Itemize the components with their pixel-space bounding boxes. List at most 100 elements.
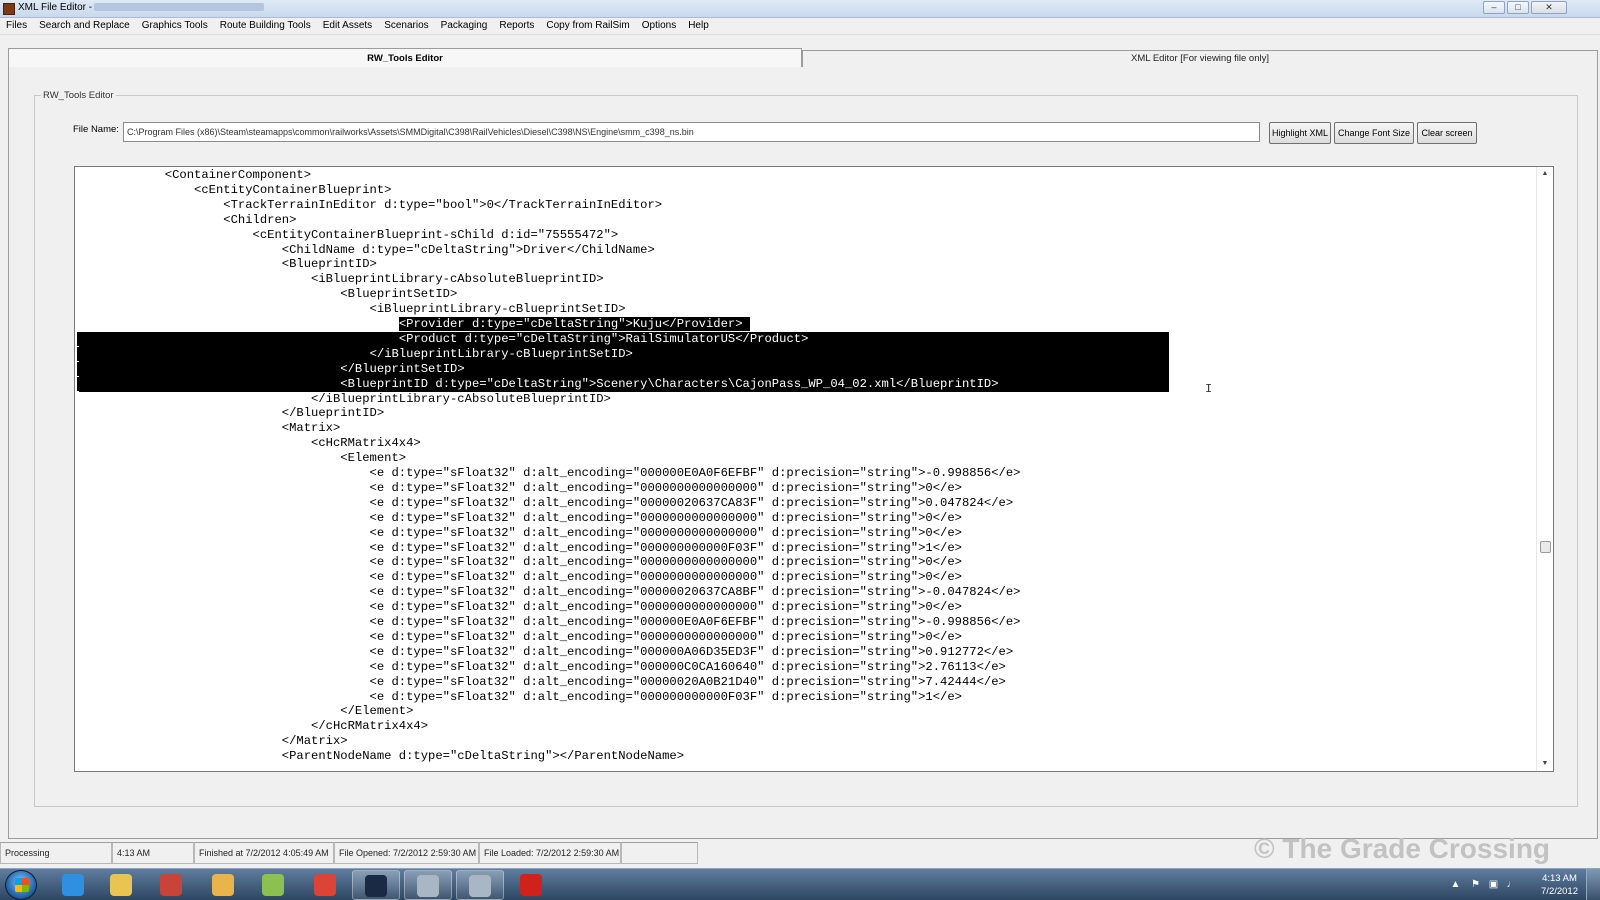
taskbar-clock[interactable]: 4:13 AM 7/2/2012 [1541, 872, 1578, 898]
globe-app-icon [417, 875, 439, 897]
menu-edit-assets[interactable]: Edit Assets [317, 18, 378, 34]
xml-line: <cEntityContainerBlueprint-sChild d:id="… [77, 227, 619, 242]
app-window: XML File Editor - – □ ✕ Files Search and… [0, 0, 1600, 900]
start-button[interactable] [5, 870, 37, 900]
xml-line: <TrackTerrainInEditor d:type="bool">0</T… [77, 197, 663, 212]
xml-line: </iBlueprintLibrary-cBlueprintSetID> [77, 346, 641, 362]
window-title: XML File Editor - [18, 2, 265, 13]
maximize-button[interactable]: □ [1507, 1, 1529, 14]
taskbar-app[interactable] [250, 870, 298, 900]
contacts-icon [212, 874, 234, 896]
xml-editor-textarea[interactable]: <ContainerComponent> <cEntityContainerBl… [74, 166, 1554, 772]
xml-line: <ChildName d:type="cDeltaString">Driver<… [77, 242, 655, 257]
scroll-down-arrow-icon[interactable]: ▼ [1537, 757, 1553, 771]
xml-line: <e d:type="sFloat32" d:alt_encoding="000… [77, 674, 1006, 689]
taskbar-app[interactable] [352, 870, 400, 900]
chrome-icon [314, 874, 336, 896]
watermark-text: © The Grade Crossing [1254, 833, 1551, 864]
taskbar-app[interactable] [148, 870, 196, 900]
scroll-thumb[interactable] [1540, 541, 1551, 553]
xml-line: <iBlueprintLibrary-cAbsoluteBlueprintID> [77, 272, 604, 287]
menu-reports[interactable]: Reports [493, 18, 540, 34]
taskbar-app[interactable] [508, 870, 556, 900]
xml-line: </BlueprintSetID> [77, 361, 472, 377]
xml-line: <e d:type="sFloat32" d:alt_encoding="000… [77, 689, 962, 704]
tab-rw-tools-editor[interactable]: RW_Tools Editor [8, 48, 802, 69]
taskbar-app[interactable] [98, 870, 146, 900]
windows-logo-icon [15, 878, 29, 892]
xml-line: <Provider d:type="cDeltaString">Kuju</Pr… [398, 317, 750, 331]
taskbar-app[interactable] [404, 870, 452, 900]
xml-line: <BlueprintID d:type="cDeltaString">Scene… [77, 376, 1006, 392]
tab-xml-editor[interactable]: XML Editor [For viewing file only] [802, 50, 1598, 67]
menu-scenarios[interactable]: Scenarios [378, 18, 434, 34]
xml-line: <e d:type="sFloat32" d:alt_encoding="000… [77, 629, 962, 644]
xml-line: </cHcRMatrix4x4> [77, 719, 429, 734]
status-time: 4:13 AM [112, 842, 194, 864]
xml-line: <e d:type="sFloat32" d:alt_encoding="000… [77, 540, 962, 555]
menu-graphics-tools[interactable]: Graphics Tools [136, 18, 214, 34]
xml-line: </Matrix> [77, 734, 348, 749]
xml-line: <Children> [77, 212, 297, 227]
taskbar-app[interactable] [50, 870, 98, 900]
clear-screen-button[interactable]: Clear screen [1417, 122, 1477, 144]
status-file-loaded: File Loaded: 7/2/2012 2:59:30 AM [479, 842, 621, 864]
xml-line: <e d:type="sFloat32" d:alt_encoding="000… [77, 659, 1006, 674]
xml-line: </iBlueprintLibrary-cAbsoluteBlueprintID… [77, 391, 611, 406]
file-name-field[interactable]: C:\Program Files (x86)\Steam\steamapps\c… [123, 122, 1260, 142]
status-file-opened: File Opened: 7/2/2012 2:59:30 AM [334, 842, 479, 864]
xml-line: <Element> [77, 451, 407, 466]
xml-line: <e d:type="sFloat32" d:alt_encoding="000… [77, 466, 1021, 480]
xml-line: <ParentNodeName d:type="cDeltaString"></… [77, 749, 685, 764]
xml-line: <e d:type="sFloat32" d:alt_encoding="000… [77, 480, 962, 495]
menu-options[interactable]: Options [636, 18, 682, 34]
file-explorer-icon [110, 874, 132, 896]
xml-line: <e d:type="sFloat32" d:alt_encoding="000… [77, 585, 1021, 600]
minimize-button[interactable]: – [1483, 1, 1505, 14]
status-finished: Finished at 7/2/2012 4:05:49 AM [194, 842, 334, 864]
notepad-icon [262, 874, 284, 896]
highlight-xml-button[interactable]: Highlight XML [1269, 122, 1331, 144]
tab-strip: RW_Tools Editor XML Editor [For viewing … [8, 48, 1598, 69]
change-font-size-button[interactable]: Change Font Size [1334, 122, 1414, 144]
menu-help[interactable]: Help [682, 18, 715, 34]
globe-app-icon [469, 875, 491, 897]
xml-line: <e d:type="sFloat32" d:alt_encoding="000… [77, 495, 1014, 510]
menu-copy-from-railsim[interactable]: Copy from RailSim [540, 18, 635, 34]
action-center-flag-icon[interactable]: ⚑ [1470, 879, 1481, 890]
show-hidden-icons-icon[interactable]: ▲ [1450, 879, 1461, 890]
xml-line: <Product d:type="cDeltaString">RailSimul… [77, 331, 816, 347]
close-button[interactable]: ✕ [1531, 1, 1567, 14]
taskbar-app[interactable] [200, 870, 248, 900]
menu-search-and-replace[interactable]: Search and Replace [33, 18, 136, 34]
taskbar: ▲ ⚑ ▣ ♩ 4:13 AM 7/2/2012 [0, 868, 1600, 900]
xml-line: <Matrix> [77, 421, 341, 436]
xml-line: <e d:type="sFloat32" d:alt_encoding="000… [77, 615, 1021, 629]
menu-files[interactable]: Files [0, 18, 33, 34]
splat-tool-icon [520, 874, 542, 896]
file-name-label: File Name: [73, 124, 119, 135]
app-icon [3, 3, 15, 15]
internet-explorer-icon [62, 874, 84, 896]
taskbar-app[interactable] [302, 870, 350, 900]
xml-line: <e d:type="sFloat32" d:alt_encoding="000… [77, 555, 962, 570]
show-desktop-button[interactable] [1586, 869, 1600, 900]
status-empty [621, 842, 698, 864]
taskbar-app[interactable] [456, 870, 504, 900]
clock-time: 4:13 AM [1542, 873, 1577, 884]
train-sim-icon [365, 875, 387, 897]
menu-packaging[interactable]: Packaging [435, 18, 494, 34]
status-bar: Processing 4:13 AM Finished at 7/2/2012 … [0, 842, 700, 864]
menu-route-building-tools[interactable]: Route Building Tools [214, 18, 317, 34]
package-icon [160, 874, 182, 896]
xml-line: </Element> [77, 704, 414, 719]
xml-line: <BlueprintID> [77, 257, 377, 272]
network-icon[interactable]: ▣ [1488, 879, 1499, 890]
xml-line: <cHcRMatrix4x4> [77, 436, 421, 451]
vertical-scrollbar[interactable]: ▲ ▼ [1536, 167, 1553, 771]
scroll-up-arrow-icon[interactable]: ▲ [1537, 167, 1553, 181]
text-cursor-icon: I [1205, 382, 1213, 396]
menu-bar: Files Search and Replace Graphics Tools … [0, 18, 1600, 35]
volume-icon[interactable]: ♩ [1506, 879, 1517, 890]
title-bar[interactable]: XML File Editor - – □ ✕ [0, 0, 1600, 18]
